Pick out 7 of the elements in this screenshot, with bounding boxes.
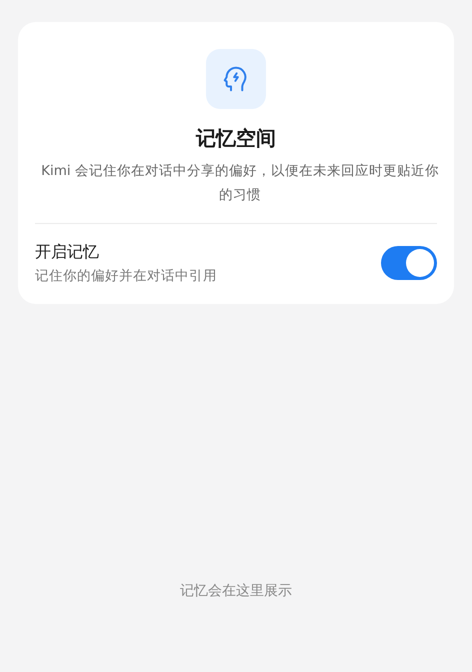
card-description: Kimi 会记住你在对话中分享的偏好，以便在未来回应时更贴近你的习惯 — [40, 162, 440, 205]
memory-toggle[interactable] — [381, 246, 437, 280]
setting-hint: 记住你的偏好并在对话中引用 — [35, 267, 217, 286]
card-title: 记忆空间 — [194, 125, 277, 152]
head-icon — [206, 49, 266, 109]
empty-state-text: 记忆会在这里展示 — [179, 582, 293, 601]
setting-label: 开启记忆 — [35, 241, 100, 263]
